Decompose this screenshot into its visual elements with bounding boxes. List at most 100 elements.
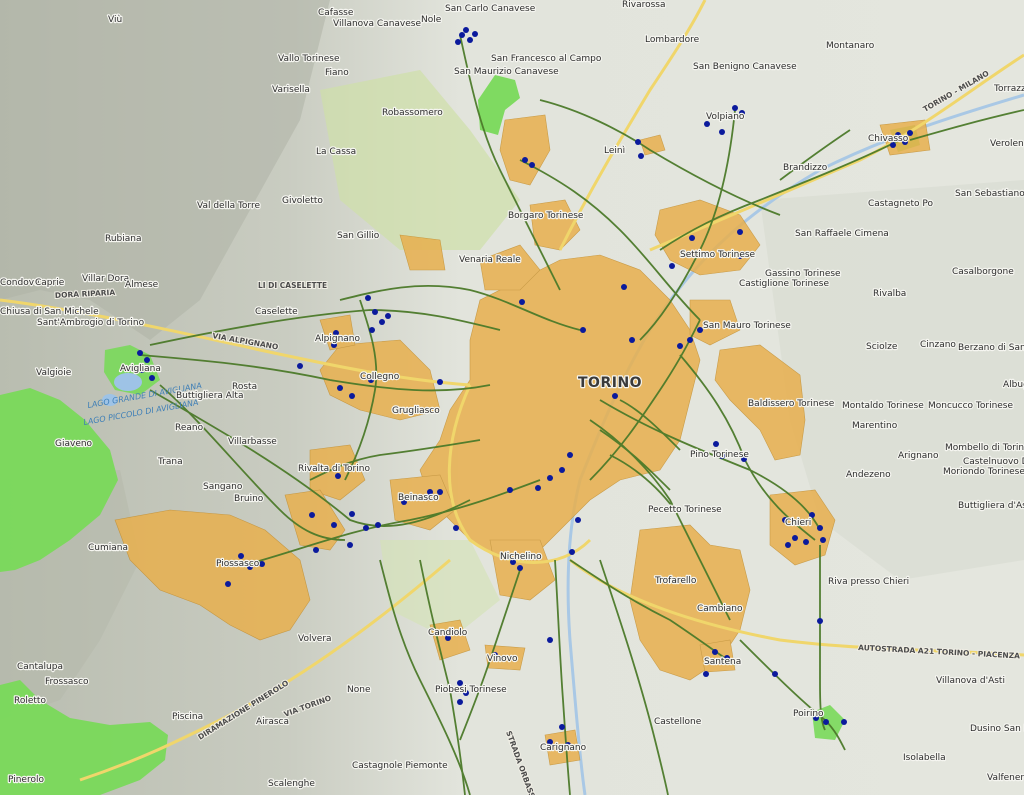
place-label: San Francesco al Campo [491, 54, 602, 64]
stop-point[interactable] [347, 542, 353, 548]
stop-point[interactable] [712, 649, 718, 655]
stop-point[interactable] [507, 487, 513, 493]
place-label: Nole [421, 15, 442, 25]
stop-point[interactable] [621, 284, 627, 290]
stop-point[interactable] [547, 637, 553, 643]
stop-point[interactable] [522, 157, 528, 163]
stop-point[interactable] [559, 467, 565, 473]
place-label: Nichelino [500, 552, 542, 562]
place-label: Villar Dora [82, 274, 129, 284]
place-label: Robassomero [382, 108, 443, 118]
place-label: Santena [704, 657, 741, 667]
stop-point[interactable] [803, 539, 809, 545]
stop-point[interactable] [459, 32, 465, 38]
place-label: San Raffaele Cimena [795, 229, 889, 239]
place-label: Verolengo [990, 139, 1024, 149]
stop-point[interactable] [638, 153, 644, 159]
stop-point[interactable] [635, 139, 641, 145]
stop-point[interactable] [569, 549, 575, 555]
stop-point[interactable] [437, 379, 443, 385]
stop-point[interactable] [575, 517, 581, 523]
stop-point[interactable] [580, 327, 586, 333]
place-label: Villarbasse [228, 437, 277, 447]
place-label: Caselette [255, 307, 298, 317]
stop-point[interactable] [369, 327, 375, 333]
stop-point[interactable] [629, 337, 635, 343]
stop-point[interactable] [823, 719, 829, 725]
stop-point[interactable] [792, 535, 798, 541]
stop-point[interactable] [703, 671, 709, 677]
stop-point[interactable] [349, 393, 355, 399]
stop-point[interactable] [841, 719, 847, 725]
place-label: Vinovo [487, 654, 518, 664]
place-label: Buttigliera d'Asti [958, 501, 1024, 511]
stop-point[interactable] [687, 337, 693, 343]
place-label: Piobesi Torinese [435, 685, 507, 695]
stop-point[interactable] [732, 105, 738, 111]
stop-point[interactable] [225, 581, 231, 587]
stop-point[interactable] [677, 343, 683, 349]
stop-point[interactable] [297, 363, 303, 369]
stop-point[interactable] [137, 350, 143, 356]
stop-point[interactable] [772, 671, 778, 677]
place-label: Torrazza [993, 84, 1024, 94]
stop-point[interactable] [559, 724, 565, 730]
map-view[interactable]: LAGO GRANDE DI AVIGLIANA LAGO PICCOLO DI… [0, 0, 1024, 795]
stop-point[interactable] [455, 39, 461, 45]
place-label: Cambiano [697, 604, 743, 614]
city-label-torino: TORINO [578, 375, 642, 391]
map-canvas[interactable]: LAGO GRANDE DI AVIGLIANA LAGO PICCOLO DI… [0, 0, 1024, 795]
stop-point[interactable] [817, 525, 823, 531]
stop-point[interactable] [375, 522, 381, 528]
stop-point[interactable] [669, 263, 675, 269]
place-label: Varisella [272, 85, 310, 95]
stop-point[interactable] [713, 441, 719, 447]
stop-point[interactable] [547, 475, 553, 481]
place-label: Valfenera [987, 773, 1024, 783]
stop-point[interactable] [463, 27, 469, 33]
stop-point[interactable] [535, 485, 541, 491]
stop-point[interactable] [689, 235, 695, 241]
lake-grande-avigliana [114, 373, 142, 391]
stop-point[interactable] [349, 511, 355, 517]
stop-point[interactable] [149, 375, 155, 381]
place-label: Andezeno [846, 470, 891, 480]
stop-point[interactable] [372, 309, 378, 315]
place-label: Moncucco Torinese [928, 401, 1013, 411]
place-label: San Gillio [337, 231, 380, 241]
place-label: Vallo Torinese [278, 54, 340, 64]
stop-point[interactable] [365, 295, 371, 301]
stop-point[interactable] [820, 537, 826, 543]
place-label: Rubiana [105, 234, 142, 244]
place-label: Leinì [604, 146, 625, 156]
stop-point[interactable] [785, 542, 791, 548]
place-label: Giaveno [55, 439, 93, 449]
stop-point[interactable] [517, 565, 523, 571]
stop-point[interactable] [567, 452, 573, 458]
stop-point[interactable] [313, 547, 319, 553]
place-label: Baldissero Torinese [748, 399, 835, 409]
stop-point[interactable] [529, 162, 535, 168]
stop-point[interactable] [472, 31, 478, 37]
place-label: Valgioie [36, 368, 72, 378]
stop-point[interactable] [519, 299, 525, 305]
stop-point[interactable] [363, 525, 369, 531]
stop-point[interactable] [457, 699, 463, 705]
stop-point[interactable] [379, 319, 385, 325]
stop-point[interactable] [331, 522, 337, 528]
stop-point[interactable] [259, 561, 265, 567]
place-label: Carignano [540, 743, 587, 753]
stop-point[interactable] [337, 385, 343, 391]
stop-point[interactable] [719, 129, 725, 135]
stop-point[interactable] [467, 37, 473, 43]
stop-point[interactable] [612, 393, 618, 399]
stop-point[interactable] [453, 525, 459, 531]
stop-point[interactable] [737, 229, 743, 235]
stop-point[interactable] [817, 618, 823, 624]
place-label: San Benigno Canavese [693, 62, 797, 72]
place-label: Alpignano [315, 334, 361, 344]
stop-point[interactable] [309, 512, 315, 518]
stop-point[interactable] [385, 313, 391, 319]
place-label: Chiusa di San Michele [0, 307, 99, 317]
stop-point[interactable] [144, 357, 150, 363]
